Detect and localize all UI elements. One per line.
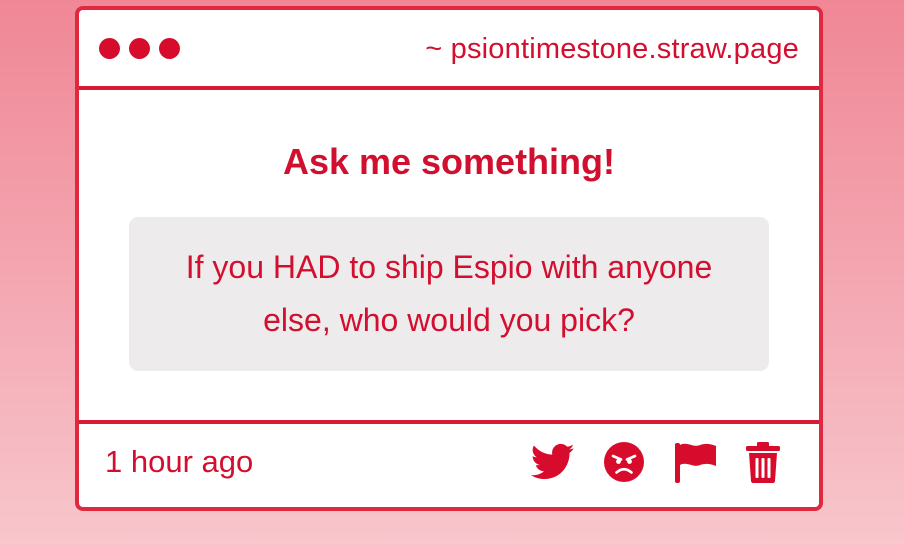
react-angry-button[interactable] [603,441,645,483]
window-controls [99,38,180,59]
card-footer: 1 hour ago [79,420,819,507]
trash-icon [746,442,780,483]
angry-face-icon [604,442,644,482]
window-dot-1 [99,38,120,59]
page-url[interactable]: ~ psiontimestone.straw.page [425,30,799,68]
timestamp: 1 hour ago [105,444,254,479]
share-twitter-button[interactable] [531,443,575,481]
window-titlebar: ~ psiontimestone.straw.page [79,10,819,90]
window-dot-2 [129,38,150,59]
window-dot-3 [159,38,180,59]
question-text: If you HAD to ship Espio with anyone els… [185,249,713,338]
report-button[interactable] [673,441,717,483]
question-box: If you HAD to ship Espio with anyone els… [129,217,769,371]
delete-button[interactable] [745,441,781,483]
flag-icon [675,443,716,483]
twitter-icon [531,443,575,480]
page-title: Ask me something! [282,141,616,182]
ask-card: ~ psiontimestone.straw.page Ask me somet… [75,6,823,511]
action-bar [503,441,781,483]
